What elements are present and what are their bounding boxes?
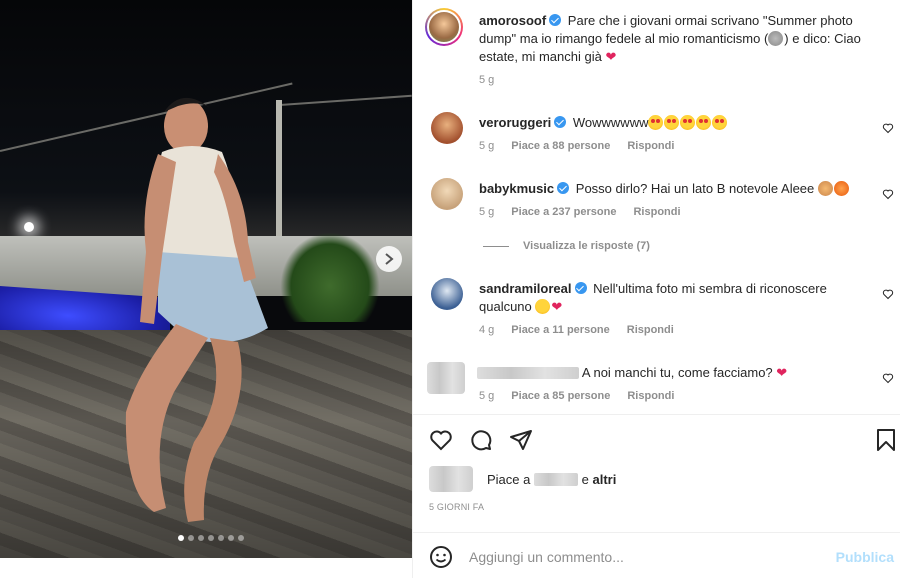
reply-button[interactable]: Rispondi <box>627 390 674 402</box>
person-emoji-icon <box>817 181 833 196</box>
carousel-dots <box>178 535 244 541</box>
author-username[interactable]: amorosoof <box>479 13 546 28</box>
likes-prefix: Piace a <box>487 472 531 487</box>
comment-body: veroruggeri Wowwwwww <box>479 114 728 132</box>
comment-text: Wowwwwww <box>572 115 649 130</box>
caption-meta: 5 g <box>479 74 494 86</box>
carousel-dot <box>228 535 234 541</box>
verified-badge-icon <box>557 182 570 194</box>
comment-likes[interactable]: Piace a 85 persone <box>511 390 610 402</box>
grin-emoji-icon <box>535 299 551 314</box>
comment-body: A noi manchi tu, come facciamo? ❤ <box>477 364 787 382</box>
plant <box>280 232 380 322</box>
woman-figure <box>125 97 268 522</box>
comment-body: babykmusic Posso dirlo? Hai un lato B no… <box>479 180 850 198</box>
comment-likes[interactable]: Piace a 88 persone <box>511 140 610 152</box>
publish-button[interactable]: Pubblica <box>836 549 894 565</box>
replies-line <box>483 246 509 247</box>
comment-meta: 4 g Piace a 11 persone Rispondi <box>479 324 674 336</box>
comment-username[interactable]: veroruggeri <box>479 115 551 130</box>
comment-likes[interactable]: Piace a 11 persone <box>511 324 609 336</box>
peach-emoji-icon <box>833 181 849 196</box>
comment-input[interactable]: Aggiungi un commento... <box>469 549 624 565</box>
verified-badge-icon <box>554 116 567 128</box>
comment-like-icon[interactable] <box>882 372 894 384</box>
comment-likes[interactable]: Piace a 237 persone <box>511 206 616 218</box>
commenter-avatar[interactable] <box>431 178 463 210</box>
post-date: 5 GIORNI FA <box>429 502 485 512</box>
red-heart-emoji-icon: ❤ <box>605 49 617 64</box>
author-avatar[interactable] <box>425 8 463 46</box>
comment-time: 5 g <box>479 390 495 402</box>
star-eyes-emoji-icon <box>648 115 664 130</box>
blurred-liker-name <box>534 473 578 486</box>
reply-button[interactable]: Rispondi <box>633 206 680 218</box>
carousel-dot <box>208 535 214 541</box>
comment-text: A noi manchi tu, come facciamo? <box>581 365 773 380</box>
star-eyes-emoji-icon <box>696 115 712 130</box>
comments-panel: amorosoof Pare che i giovani ormai scriv… <box>412 0 900 578</box>
red-heart-emoji-icon: ❤ <box>776 365 788 380</box>
comment-username[interactable]: babykmusic <box>479 181 554 196</box>
comment-time: 5 g <box>479 140 495 152</box>
blurred-liker-avatars <box>429 466 473 492</box>
reply-button[interactable]: Rispondi <box>627 140 674 152</box>
likes-mid: e <box>581 472 589 487</box>
reply-button[interactable]: Rispondi <box>627 324 674 336</box>
verified-badge-icon <box>574 282 587 294</box>
view-replies-button[interactable]: Visualizza le risposte (7) <box>523 240 650 252</box>
commenter-avatar[interactable] <box>431 278 463 310</box>
carousel-dot <box>238 535 244 541</box>
comment-time: 5 g <box>479 206 495 218</box>
comment-meta: 5 g Piace a 237 persone Rispondi <box>479 206 681 218</box>
post-photo[interactable] <box>0 0 412 558</box>
carousel-dot <box>218 535 224 541</box>
next-arrow-icon <box>385 253 394 265</box>
blurred-avatar <box>427 362 465 394</box>
comment-time: 4 g <box>479 324 495 336</box>
star-eyes-emoji-icon <box>680 115 696 130</box>
likes-summary[interactable]: Piace a e altri <box>487 472 616 487</box>
comment-meta: 5 g Piace a 88 persone Rispondi <box>479 140 674 152</box>
save-icon[interactable] <box>875 428 897 452</box>
verified-badge-icon <box>549 14 562 26</box>
red-heart-emoji-icon: ❤ <box>551 299 563 314</box>
light-glow <box>24 222 34 232</box>
like-icon[interactable] <box>429 428 453 452</box>
post-caption: amorosoof Pare che i giovani ormai scriv… <box>479 12 889 66</box>
comment-meta: 5 g Piace a 85 persone Rispondi <box>479 390 674 402</box>
comment-body: sandramiloreal Nell'ultima foto mi sembr… <box>479 280 859 316</box>
star-eyes-emoji-icon <box>712 115 728 130</box>
comment-like-icon[interactable] <box>882 122 894 134</box>
divider <box>413 414 900 415</box>
house-emoji-icon <box>768 31 784 46</box>
share-icon[interactable] <box>509 428 533 452</box>
caption-time: 5 g <box>479 74 495 86</box>
star-eyes-emoji-icon <box>664 115 680 130</box>
comment-text: Posso dirlo? Hai un lato B notevole Alee… <box>575 181 815 196</box>
commenter-avatar[interactable] <box>431 112 463 144</box>
next-photo-button[interactable] <box>376 246 402 272</box>
comment-like-icon[interactable] <box>882 188 894 200</box>
likes-others[interactable]: altri <box>592 472 616 487</box>
carousel-dot <box>188 535 194 541</box>
comment-username[interactable]: sandramiloreal <box>479 281 572 296</box>
carousel-dot <box>198 535 204 541</box>
divider <box>413 532 900 533</box>
comment-like-icon[interactable] <box>882 288 894 300</box>
carousel-dot <box>178 535 184 541</box>
emoji-icon[interactable] <box>429 545 453 569</box>
comment-icon[interactable] <box>469 428 493 452</box>
blurred-username <box>477 367 579 379</box>
